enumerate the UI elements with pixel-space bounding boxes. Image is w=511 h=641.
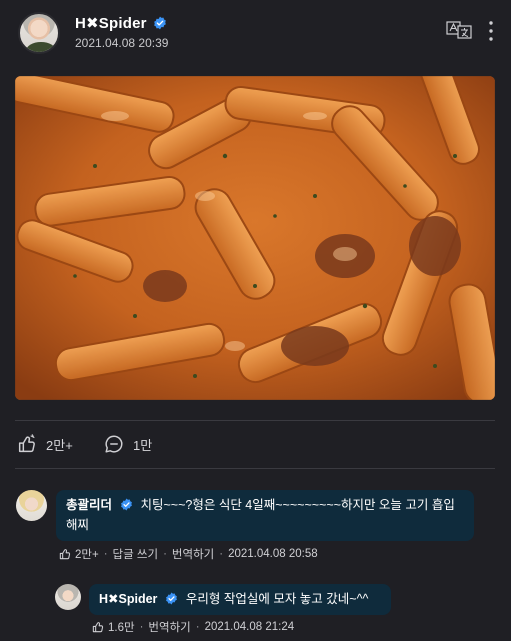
- reply-author-name[interactable]: H✖Spider: [99, 592, 157, 606]
- translate-button[interactable]: 번역하기: [148, 619, 190, 635]
- like-count: 2만+: [46, 437, 73, 453]
- comment-date: 2021.04.08 20:58: [228, 548, 318, 560]
- thumbs-up-icon[interactable]: [91, 620, 105, 634]
- verified-icon: [153, 16, 166, 30]
- separator: ·: [219, 548, 224, 560]
- separator: ·: [139, 621, 144, 633]
- comment-count: 1만: [133, 437, 153, 453]
- reply-date: 2021.04.08 21:24: [204, 621, 295, 633]
- translate-button[interactable]: 번역하기: [172, 546, 214, 562]
- comment-button[interactable]: 1만: [103, 432, 152, 456]
- post-date: 2021.04.08 20:39: [75, 36, 169, 50]
- post-image[interactable]: [15, 76, 495, 400]
- commenter-name[interactable]: 총괄리더: [66, 498, 112, 512]
- comment-bubble: 총괄리더 치팅~~~?형은 식단 4일째~~~~~~~~~하지만 오늘 고기 흡…: [56, 490, 474, 541]
- comment-like-count[interactable]: 2만+: [75, 546, 99, 562]
- post-page: H✖Spider 2021.04.08 20:39 2만+ 1만 총괄리더 치팅…: [0, 0, 511, 641]
- author-row: H✖Spider: [75, 13, 167, 33]
- food-photo: [15, 76, 495, 400]
- verified-icon: [165, 592, 177, 605]
- reply-like-count[interactable]: 1.6만: [108, 619, 135, 635]
- post-header: H✖Spider 2021.04.08 20:39: [0, 0, 511, 64]
- comment-bubble-icon: [105, 435, 123, 453]
- reply-text: 우리형 작업실에 모자 놓고 갔네~^^: [185, 592, 369, 606]
- thumbs-up-icon[interactable]: [58, 547, 72, 561]
- reply-avatar[interactable]: [55, 584, 81, 610]
- like-button[interactable]: 2만+: [16, 432, 73, 456]
- commenter-avatar[interactable]: [16, 490, 47, 521]
- separator: ·: [195, 621, 200, 633]
- comment-meta: 2만+ · 답글 쓰기 · 번역하기 · 2021.04.08 20:58: [58, 545, 318, 563]
- separator: ·: [163, 548, 167, 560]
- reply-meta: 1.6만 · 번역하기 · 2021.04.08 21:24: [91, 618, 294, 636]
- author-avatar[interactable]: [18, 12, 60, 54]
- verified-icon: [120, 498, 132, 511]
- thumbs-up-icon: [18, 434, 35, 453]
- reply-bubble: H✖Spider 우리형 작업실에 모자 놓고 갔네~^^: [89, 584, 391, 615]
- divider: [15, 468, 495, 469]
- reply-button[interactable]: 답글 쓰기: [113, 546, 159, 562]
- divider: [15, 420, 495, 421]
- separator: ·: [103, 548, 108, 560]
- translate-icon[interactable]: [446, 20, 472, 40]
- more-vertical-icon[interactable]: [484, 18, 498, 44]
- author-name[interactable]: H✖Spider: [75, 14, 147, 32]
